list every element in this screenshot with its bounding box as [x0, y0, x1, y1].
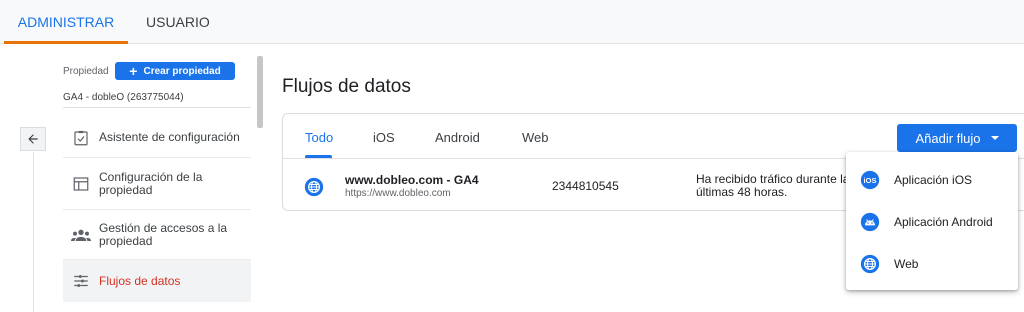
- sidebar-item-label: Flujos de datos: [99, 273, 181, 288]
- sidebar-item-setup-assistant[interactable]: Asistente de configuración: [63, 118, 251, 158]
- arrow-back-icon: [28, 134, 38, 144]
- sidebar-item-property-settings[interactable]: Configuración de la propiedad: [63, 158, 251, 210]
- menu-item-label: Aplicación Android: [894, 215, 993, 229]
- add-stream-label: Añadir flujo: [915, 130, 981, 146]
- sidebar-scrollbar[interactable]: [257, 56, 263, 128]
- create-property-button[interactable]: + Crear propiedad: [115, 62, 235, 80]
- tab-usuario[interactable]: USUARIO: [146, 0, 210, 44]
- tab-todo[interactable]: Todo: [305, 130, 333, 145]
- top-tab-bar: ADMINISTRAR USUARIO: [0, 0, 1024, 44]
- stream-name: www.dobleo.com - GA4: [345, 173, 479, 187]
- web-icon: [846, 254, 894, 274]
- ios-icon: iOS: [846, 170, 894, 190]
- menu-item-ios[interactable]: iOS Aplicación iOS: [846, 159, 1018, 201]
- caret-down-icon: [990, 136, 999, 140]
- web-icon: [304, 177, 324, 202]
- property-selector[interactable]: GA4 - dobleO (263775044): [63, 92, 184, 103]
- tab-web[interactable]: Web: [522, 130, 549, 145]
- android-icon: [846, 212, 894, 232]
- plus-icon: +: [129, 63, 138, 79]
- menu-item-label: Web: [894, 257, 919, 271]
- divider: [33, 152, 34, 312]
- sidebar-item-access-management[interactable]: Gestión de accesos a la propiedad: [63, 210, 251, 260]
- tab-android[interactable]: Android: [435, 130, 480, 145]
- sidebar-item-label: Asistente de configuración: [99, 130, 240, 144]
- menu-item-android[interactable]: Aplicación Android: [846, 201, 1018, 243]
- add-stream-button[interactable]: Añadir flujo: [897, 124, 1017, 152]
- page-title: Flujos de datos: [282, 76, 411, 97]
- stream-status: Ha recibido tráfico durante las últimas …: [696, 173, 856, 199]
- stream-url: https://www.dobleo.com: [345, 188, 451, 199]
- back-button[interactable]: [20, 127, 46, 151]
- checklist-icon: [63, 129, 99, 147]
- data-streams-icon: [63, 272, 99, 290]
- property-settings-icon: [63, 175, 99, 193]
- stream-id: 2344810545: [552, 179, 619, 193]
- add-stream-menu: iOS Aplicación iOS Aplicación Android We…: [846, 152, 1018, 290]
- create-property-label: Crear propiedad: [143, 65, 221, 77]
- property-label: Propiedad: [63, 66, 109, 77]
- menu-item-web[interactable]: Web: [846, 243, 1018, 285]
- sidebar-item-label: Configuración de la propiedad: [99, 169, 203, 197]
- tab-administrar[interactable]: ADMINISTRAR: [4, 0, 128, 44]
- divider: [63, 107, 251, 108]
- menu-item-label: Aplicación iOS: [894, 173, 973, 187]
- people-icon: [63, 228, 99, 242]
- sidebar-item-label: Gestión de accesos a la propiedad: [99, 220, 228, 248]
- tab-ios[interactable]: iOS: [373, 130, 395, 145]
- sidebar: Propiedad + Crear propiedad GA4 - dobleO…: [0, 44, 270, 312]
- sidebar-item-data-streams[interactable]: Flujos de datos: [63, 260, 251, 302]
- svg-text:iOS: iOS: [864, 176, 877, 185]
